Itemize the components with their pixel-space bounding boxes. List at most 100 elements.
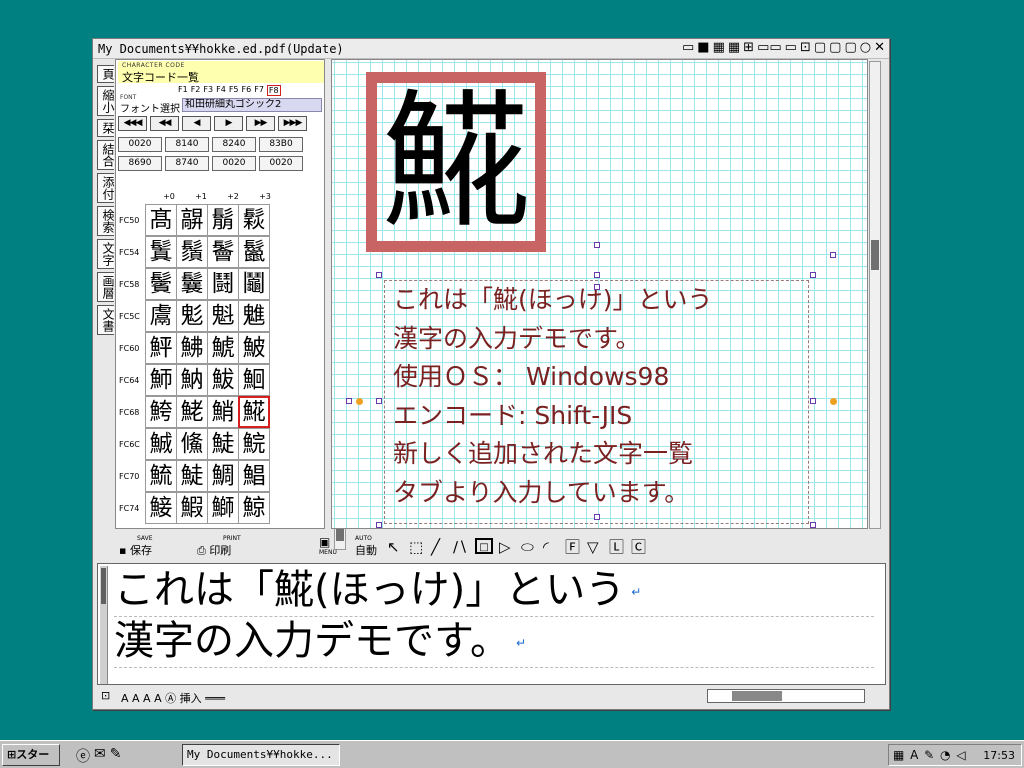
char-cell[interactable]: 鬢 (145, 268, 177, 300)
frame-icon[interactable]: 🄵 (565, 539, 580, 555)
char-cell[interactable]: 鮁 (207, 364, 239, 396)
char-cell[interactable]: 鬚 (176, 236, 208, 268)
char-cell[interactable]: 髜 (176, 204, 208, 236)
char-cell[interactable]: 鯜 (145, 492, 177, 524)
rotate-handle[interactable] (356, 398, 363, 405)
window-control-icon[interactable]: ▭ (785, 41, 797, 55)
nav-button[interactable]: ◀◀◀ (118, 116, 147, 131)
char-cell[interactable]: 鬽 (176, 300, 208, 332)
fkey-tab[interactable]: F6 (242, 85, 252, 96)
arc-icon[interactable]: ◜ (543, 539, 549, 555)
char-cell[interactable]: 鰤 (207, 492, 239, 524)
marquee-icon[interactable]: ⬚ (409, 539, 423, 555)
vtab-4[interactable]: 添付 (97, 173, 115, 203)
char-cell[interactable]: 鮍 (238, 332, 270, 364)
window-control-icon[interactable]: ✕ (874, 41, 885, 55)
resize-handle[interactable] (594, 284, 600, 290)
char-cell[interactable]: 鰕 (176, 492, 208, 524)
fkey-tab[interactable]: F2 (191, 85, 201, 96)
resize-handle[interactable] (376, 272, 382, 278)
resize-handle[interactable] (810, 272, 816, 278)
char-cell[interactable]: 鬮 (238, 268, 270, 300)
char-cell[interactable]: 鯈 (176, 428, 208, 460)
menu-button[interactable]: ▣ MENU (319, 535, 337, 556)
fkey-tab[interactable]: F7 (254, 85, 264, 96)
char-cell[interactable]: 鯇 (238, 428, 270, 460)
line-icon[interactable]: ╱ (431, 539, 440, 555)
char-cell[interactable]: 鬠 (207, 236, 239, 268)
vtab-2[interactable]: 栞 (97, 119, 115, 137)
char-cell[interactable]: 鯐 (176, 460, 208, 492)
char-cell[interactable]: 鯐 (207, 428, 239, 460)
window-control-icon[interactable]: ▦ (728, 41, 740, 55)
resize-handle[interactable] (810, 398, 816, 404)
fkey-tab[interactable]: F4 (216, 85, 226, 96)
code-button[interactable]: 8240 (212, 137, 256, 152)
vtab-3[interactable]: 結合 (97, 140, 115, 170)
auto-button[interactable]: AUTO 自動 (355, 535, 377, 558)
big-glyph-frame[interactable]: 𩸽 (366, 72, 546, 252)
window-control-icon[interactable]: ⊡ (800, 41, 811, 55)
char-cell[interactable]: 鬤 (176, 268, 208, 300)
document-canvas[interactable]: 𩸽 これは「𩸽(ほっけ)」という 漢字の入力デモです。 使用ＯＳ： Windows9… (331, 59, 868, 529)
editor-scroll-thumb[interactable] (101, 568, 106, 604)
rectangle-icon[interactable]: □ (475, 538, 493, 554)
select-arrow-icon[interactable]: ↖ (387, 539, 400, 555)
window-control-icon[interactable]: ▢ (814, 41, 826, 55)
notepad-icon[interactable]: ✎ (110, 746, 122, 766)
resize-handle[interactable] (346, 398, 352, 404)
nav-button[interactable]: ◀ (182, 116, 211, 131)
char-cell[interactable]: 鯨 (238, 492, 270, 524)
char-cell[interactable]: 髙 (145, 204, 177, 236)
char-cell[interactable]: 鯎 (145, 428, 177, 460)
triangle-icon[interactable]: ▽ (587, 539, 599, 555)
canvas-scrollbar[interactable] (869, 61, 881, 529)
resize-handle[interactable] (594, 242, 600, 248)
code-button[interactable]: 83B0 (259, 137, 303, 152)
window-control-icon[interactable]: ▭ (682, 41, 694, 55)
char-cell[interactable]: 魶 (176, 364, 208, 396)
resize-handle[interactable] (376, 522, 382, 528)
editor-scrollbar[interactable] (100, 566, 108, 684)
nav-button[interactable]: ◀◀ (150, 116, 179, 131)
code-button[interactable]: 0020 (118, 137, 162, 152)
window-control-icon[interactable]: ▢ (829, 41, 841, 55)
vtab-7[interactable]: 画層 (97, 272, 115, 302)
vtab-8[interactable]: 文書 (97, 305, 115, 335)
char-cell[interactable]: 鬏 (238, 204, 270, 236)
code-button[interactable]: 0020 (212, 156, 256, 171)
window-control-icon[interactable]: ⊞ (743, 41, 754, 55)
code-button[interactable]: 8140 (165, 137, 209, 152)
arrow-shape-icon[interactable]: ▷ (499, 539, 511, 555)
taskbar-window-button[interactable]: My Documents¥¥hokke... (182, 744, 340, 766)
resize-handle[interactable] (810, 522, 816, 528)
nav-button[interactable]: ▶ (214, 116, 243, 131)
window-control-icon[interactable]: ■ (697, 41, 709, 55)
char-cell[interactable]: 鬪 (207, 268, 239, 300)
nav-button[interactable]: ▶▶ (246, 116, 275, 131)
vtab-1[interactable]: 縮小 (97, 86, 115, 116)
fkey-tab[interactable]: F3 (203, 85, 213, 96)
print-button[interactable]: PRINT ⎙ 印刷 (197, 535, 241, 558)
polyline-icon[interactable]: ∕∖ (453, 539, 468, 555)
char-cell[interactable]: 鮱 (176, 396, 208, 428)
char-cell[interactable]: 鮃 (145, 332, 177, 364)
font-select-dropdown[interactable]: 和田研細丸ゴシック2 (182, 98, 322, 112)
text-editor[interactable]: これは「𩸽(ほっけ)」という ↵ 漢字の入力デモです。 ↵ (97, 563, 886, 685)
char-cell[interactable]: 魳 (145, 364, 177, 396)
start-button[interactable]: ⊞スタート (2, 744, 60, 766)
char-cell[interactable]: 鮹 (207, 396, 239, 428)
char-cell[interactable]: 鮬 (145, 396, 177, 428)
comment-icon[interactable]: 🄲 (631, 539, 646, 555)
outlook-icon[interactable]: ✉ (94, 746, 106, 766)
window-control-icon[interactable]: ▦ (713, 41, 725, 55)
char-cell[interactable]: 鬅 (207, 204, 239, 236)
horizontal-scroll-thumb[interactable] (732, 691, 782, 701)
tray-icons[interactable]: ▦ A ✎ ◔ ◁ (893, 748, 967, 762)
char-cell[interactable]: 鯧 (238, 460, 270, 492)
char-cell[interactable]: 魋 (238, 300, 270, 332)
char-cell[interactable]: 魁 (207, 300, 239, 332)
vtab-6[interactable]: 文字 (97, 239, 115, 269)
resize-handle[interactable] (594, 272, 600, 278)
resize-handle[interactable] (376, 398, 382, 404)
